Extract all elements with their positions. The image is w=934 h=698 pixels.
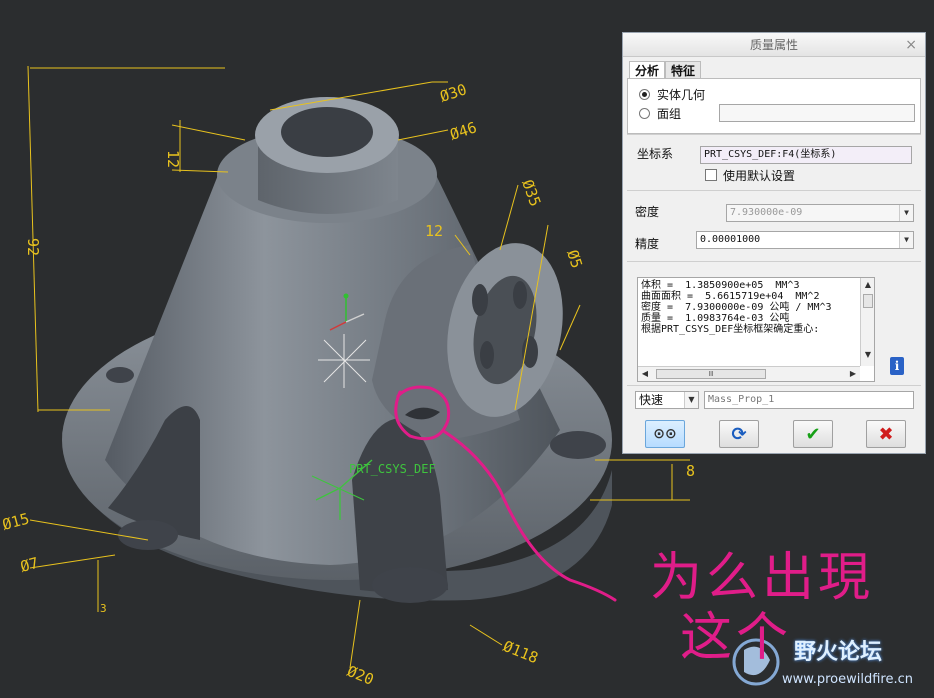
results-textarea[interactable]: 体积 = 1.3850900e+05 MM^3 曲面面积 = 5.6615719…	[637, 277, 875, 382]
radio-quilt-label: 面组	[657, 107, 682, 121]
dim-d20[interactable]: Ø20	[345, 662, 377, 689]
density-label: 密度	[635, 205, 660, 219]
density-field[interactable]: 7.930000e-09 ▼	[726, 204, 914, 222]
dim-d15[interactable]: Ø15	[0, 509, 31, 533]
chevron-down-icon[interactable]: ▼	[899, 232, 913, 248]
result-line: 根据PRT_CSYS_DEF坐标框架确定重心:	[641, 324, 820, 335]
dim-d35[interactable]: Ø35	[518, 177, 544, 209]
top-boss-hole	[281, 107, 373, 157]
compute-mode-select[interactable]: 快速 ▼	[635, 391, 699, 409]
vertical-scrollbar[interactable]: ▲ ▼	[860, 278, 874, 366]
tab-analysis[interactable]: 分析	[629, 61, 666, 79]
dim-d30[interactable]: Ø30	[438, 80, 469, 105]
separator	[627, 385, 921, 386]
dim-d118[interactable]: Ø118	[501, 637, 541, 667]
dim-3[interactable]: 3	[100, 602, 107, 615]
mass-properties-dialog: 质量属性 × 分析 特征 实体几何 面组 坐标系 PRT_CSYS_DEF:F4…	[622, 32, 926, 454]
result-line: 密度 = 7.9300000e-09 公吨 / MM^3	[641, 302, 832, 313]
preview-button[interactable]: ⊙⊙	[645, 420, 685, 448]
result-line: 质量 = 1.0983764e-03 公吨	[641, 313, 790, 324]
analysis-name-field[interactable]: Mass_Prop_1	[704, 391, 914, 409]
ok-button[interactable]: ✔	[793, 420, 833, 448]
base-hole-back	[106, 367, 134, 383]
checkmark-icon: ✔	[805, 423, 821, 445]
info-icon[interactable]: i	[890, 357, 904, 375]
tab-feature[interactable]: 特征	[665, 61, 702, 79]
close-icon[interactable]: ×	[905, 33, 917, 57]
dim-12-side[interactable]: 12	[425, 222, 443, 240]
quilt-selector-field[interactable]	[719, 104, 915, 122]
dim-d5[interactable]: Ø5	[563, 248, 586, 271]
result-line: 曲面面积 = 5.6615719e+04 MM^2	[641, 291, 820, 302]
base-hole-left	[118, 520, 178, 550]
watermark-url: www.proewildfire.cn	[782, 672, 913, 687]
repeat-button[interactable]: ⟳	[719, 420, 759, 448]
scroll-thumb-horizontal[interactable]: Ⅲ	[656, 369, 766, 379]
separator	[627, 134, 921, 135]
annotation-line1: 为么出現	[650, 548, 875, 608]
compute-mode-value: 快速	[639, 393, 664, 407]
glasses-icon: ⊙⊙	[653, 426, 677, 442]
side-boss-slot4	[513, 281, 527, 309]
side-boss-slot3	[480, 341, 494, 369]
accuracy-field[interactable]: 0.00001000 ▼	[696, 231, 914, 249]
chevron-down-icon[interactable]: ▼	[899, 205, 913, 221]
dim-d7[interactable]: Ø7	[18, 554, 40, 576]
refresh-icon: ⟳	[731, 423, 747, 445]
density-value: 7.930000e-09	[730, 207, 803, 218]
scroll-up-icon[interactable]: ▲	[861, 280, 874, 289]
separator	[627, 190, 921, 191]
separator	[627, 261, 921, 262]
watermark-title: 野火论坛	[794, 640, 883, 665]
result-line: 体积 = 1.3850900e+05 MM^3	[641, 280, 800, 291]
side-boss-slot2	[522, 336, 538, 368]
dialog-title: 质量属性	[749, 38, 798, 52]
dim-d46[interactable]: Ø46	[448, 118, 479, 143]
scroll-right-icon[interactable]: ▶	[846, 369, 860, 378]
dim-92[interactable]: 92	[24, 238, 42, 256]
scroll-down-icon[interactable]: ▼	[861, 350, 874, 359]
accuracy-value: 0.00001000	[700, 234, 761, 245]
cancel-button[interactable]: ✖	[866, 420, 906, 448]
scroll-left-icon[interactable]: ◀	[638, 369, 652, 378]
dialog-titlebar[interactable]: 质量属性 ×	[623, 33, 925, 57]
horizontal-scrollbar[interactable]: ◀ Ⅲ ▶	[638, 366, 860, 381]
dim-12-top[interactable]: 12	[164, 150, 182, 168]
radio-solid-label: 实体几何	[657, 88, 706, 102]
chevron-down-icon[interactable]: ▼	[684, 392, 698, 408]
csys-label: 坐标系	[637, 147, 674, 161]
close-icon: ✖	[878, 423, 894, 445]
radio-quilt[interactable]	[639, 108, 650, 119]
side-boss-slot1	[472, 284, 488, 316]
tab-strip: 分析 特征	[629, 61, 702, 79]
watermark: 野火论坛 www.proewildfire.cn	[722, 630, 934, 698]
accuracy-label: 精度	[635, 237, 660, 251]
use-default-checkbox[interactable]	[705, 169, 717, 181]
dim-8[interactable]: 8	[686, 462, 695, 480]
csys-label: PRT_CSYS_DEF	[349, 462, 436, 476]
base-hole-front	[372, 567, 448, 603]
use-default-label: 使用默认设置	[723, 169, 796, 183]
base-hole-right	[550, 431, 606, 459]
csys-selector-field[interactable]: PRT_CSYS_DEF:F4(坐标系)	[700, 146, 912, 164]
scroll-thumb[interactable]	[863, 294, 873, 308]
radio-solid-geometry[interactable]	[639, 89, 650, 100]
